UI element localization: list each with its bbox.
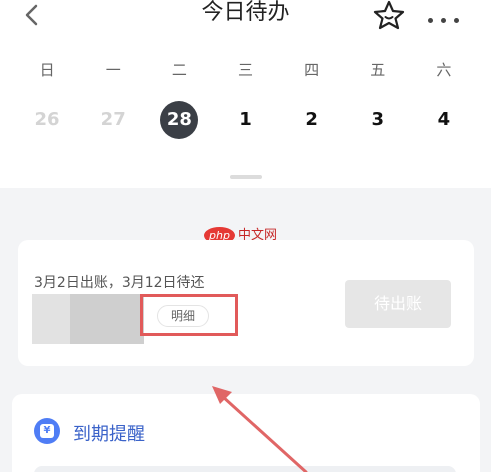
due-reminder-label: 到期提醒 bbox=[73, 424, 145, 445]
detail-highlight-box: 明细 bbox=[140, 294, 238, 336]
calendar-day[interactable]: 2 bbox=[279, 100, 345, 140]
bill-date-text: 3月2日出账，3月12日待还 bbox=[34, 275, 205, 291]
weekday-row: 日 一 二 三 四 五 六 bbox=[14, 60, 477, 80]
yuan-icon: ¥ bbox=[34, 418, 60, 444]
weekday-label: 三 bbox=[237, 61, 253, 79]
reminder-item-placeholder bbox=[34, 466, 456, 472]
weekday-label: 六 bbox=[436, 61, 452, 79]
weekday-label: 四 bbox=[304, 61, 320, 79]
drag-handle[interactable] bbox=[230, 175, 262, 179]
calendar-day[interactable]: 4 bbox=[411, 100, 477, 140]
calendar-day-selected[interactable]: 28 bbox=[146, 100, 212, 140]
calendar-day[interactable]: 1 bbox=[212, 100, 278, 140]
blurred-amount bbox=[70, 294, 144, 344]
day-row: 26 27 28 1 2 3 4 bbox=[14, 100, 477, 140]
more-dots-icon[interactable] bbox=[428, 8, 468, 23]
week-calendar: 日 一 二 三 四 五 六 26 27 28 1 2 3 4 bbox=[0, 40, 491, 188]
weekday-label: 日 bbox=[39, 61, 55, 79]
top-header: 今日待办 bbox=[0, 0, 491, 44]
detail-button[interactable]: 明细 bbox=[157, 305, 209, 327]
pending-bill-button[interactable]: 待出账 bbox=[345, 280, 451, 328]
calendar-day[interactable]: 3 bbox=[345, 100, 411, 140]
calendar-day[interactable]: 27 bbox=[80, 100, 146, 140]
star-icon[interactable] bbox=[372, 0, 406, 30]
bill-card: 3月2日出账，3月12日待还 明细 待出账 bbox=[18, 240, 474, 366]
page-title: 今日待办 bbox=[201, 0, 290, 25]
weekday-label: 五 bbox=[370, 61, 386, 79]
due-reminder-card[interactable]: ¥ 到期提醒 bbox=[12, 394, 480, 472]
weekday-label: 二 bbox=[171, 61, 187, 79]
calendar-day[interactable]: 26 bbox=[14, 100, 80, 140]
weekday-label: 一 bbox=[105, 61, 121, 79]
